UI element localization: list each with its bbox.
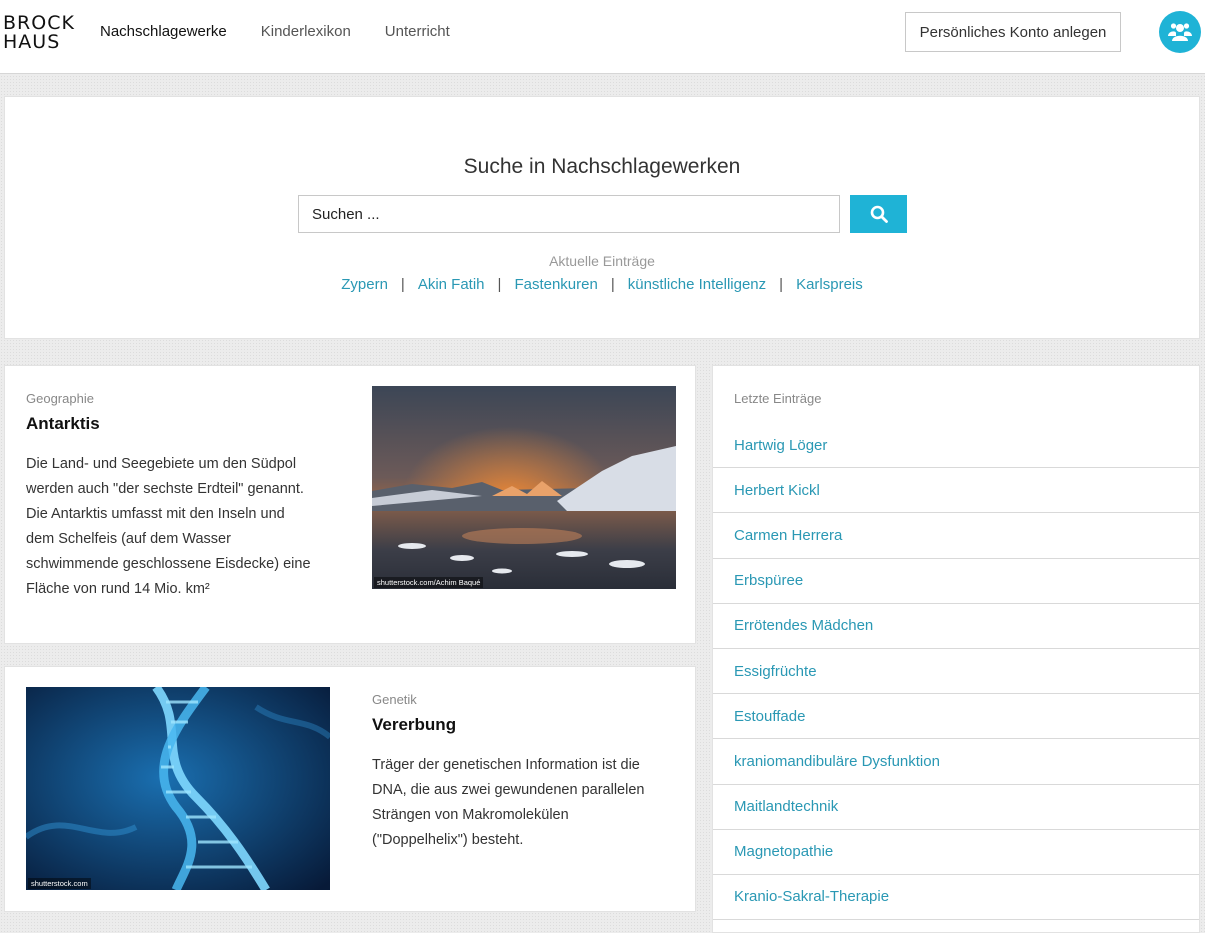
- separator: |: [400, 276, 405, 293]
- nav-kinderlexikon[interactable]: Kinderlexikon: [261, 23, 351, 41]
- latest-entries-list: Hartwig Löger Herbert Kickl Carmen Herre…: [713, 423, 1199, 921]
- latest-entry-link[interactable]: Errötendes Mädchen: [734, 617, 873, 634]
- separator: |: [779, 276, 784, 293]
- list-item: Kranio-Sakral-Therapie: [713, 875, 1199, 921]
- nav-nachschlagewerke[interactable]: Nachschlagewerke: [100, 23, 227, 41]
- article-teaser: Träger der genetischen Information ist d…: [372, 753, 682, 853]
- article-title[interactable]: Antarktis: [26, 414, 100, 434]
- list-item: kraniomandibuläre Dysfunktion: [713, 739, 1199, 785]
- latest-entry-link[interactable]: Estouffade: [734, 708, 805, 725]
- article-image-dna[interactable]: shutterstock.com: [26, 687, 330, 890]
- teaser-line: Die Land- und Seegebiete um den Südpol: [26, 456, 297, 472]
- teaser-line: Fläche von rund 14 Mio. km²: [26, 581, 210, 597]
- recent-link-zypern[interactable]: Zypern: [341, 276, 388, 293]
- search-panel: Suche in Nachschlagewerken Aktuelle Eint…: [4, 96, 1200, 339]
- latest-entries-sidebar: Letzte Einträge Hartwig Löger Herbert Ki…: [712, 365, 1200, 933]
- list-item: Essigfrüchte: [713, 649, 1199, 695]
- user-menu-button[interactable]: [1159, 11, 1201, 53]
- latest-entry-link[interactable]: Kranio-Sakral-Therapie: [734, 888, 889, 905]
- teaser-line: schwimmende geschlossene Eisdecke) eine: [26, 556, 311, 572]
- latest-entry-link[interactable]: Hartwig Löger: [734, 437, 827, 454]
- list-item: Carmen Herrera: [713, 513, 1199, 559]
- article-image-antarctica[interactable]: shutterstock.com/Achim Baqué: [372, 386, 676, 589]
- logo-line-2: HAUS: [3, 31, 61, 53]
- teaser-line: ("Doppelhelix") besteht.: [372, 832, 524, 848]
- antarctica-landscape-image: [372, 386, 676, 589]
- list-item: Maitlandtechnik: [713, 785, 1199, 830]
- recent-entries-links: Zypern | Akin Fatih | Fastenkuren | künstliche…: [5, 276, 1199, 293]
- teaser-line: Strängen von Makromolekülen: [372, 807, 569, 823]
- separator: |: [610, 276, 615, 293]
- dna-helix-image: [26, 687, 330, 890]
- latest-entry-link[interactable]: Carmen Herrera: [734, 527, 842, 544]
- article-category: Geographie: [26, 391, 94, 406]
- article-card-vererbung[interactable]: shutterstock.com Genetik Vererbung Träge…: [4, 666, 696, 912]
- teaser-line: Träger der genetischen Information ist d…: [372, 757, 640, 773]
- recent-link-fastenkuren[interactable]: Fastenkuren: [514, 276, 597, 293]
- nav-unterricht[interactable]: Unterricht: [385, 23, 450, 41]
- list-item: Herbert Kickl: [713, 468, 1199, 514]
- latest-entry-link[interactable]: kraniomandibuläre Dysfunktion: [734, 753, 940, 770]
- image-credit: shutterstock.com: [28, 878, 91, 889]
- teaser-line: werden auch "der sechste Erdteil" genann…: [26, 481, 304, 497]
- latest-entry-link[interactable]: Magnetopathie: [734, 843, 833, 860]
- list-item: Magnetopathie: [713, 830, 1199, 875]
- list-item: Errötendes Mädchen: [713, 604, 1199, 649]
- teaser-line: DNA, die aus zwei gewundenen parallelen: [372, 782, 645, 798]
- list-item: Hartwig Löger: [713, 423, 1199, 469]
- create-account-button[interactable]: Persönliches Konto anlegen: [905, 12, 1121, 52]
- article-card-antarktis[interactable]: Geographie Antarktis Die Land- und Seege…: [4, 365, 696, 644]
- image-credit: shutterstock.com/Achim Baqué: [374, 577, 484, 588]
- article-teaser: Die Land- und Seegebiete um den Südpol w…: [26, 452, 346, 602]
- latest-entry-link[interactable]: Maitlandtechnik: [734, 798, 838, 815]
- search-icon: [870, 205, 888, 223]
- article-title[interactable]: Vererbung: [372, 715, 456, 735]
- teaser-line: dem Schelfeis (auf dem Wasser: [26, 531, 231, 547]
- latest-entry-link[interactable]: Essigfrüchte: [734, 663, 817, 680]
- article-category: Genetik: [372, 692, 417, 707]
- recent-link-karlspreis[interactable]: Karlspreis: [796, 276, 863, 293]
- recent-link-akin-fatih[interactable]: Akin Fatih: [418, 276, 485, 293]
- list-item: Estouffade: [713, 694, 1199, 740]
- top-navigation-bar: BROCK HAUS Nachschlagewerke Kinderlexiko…: [0, 0, 1205, 74]
- users-icon: [1168, 23, 1192, 41]
- list-item: Erbspüree: [713, 559, 1199, 604]
- teaser-line: Die Antarktis umfasst mit den Inseln und: [26, 506, 285, 522]
- search-button[interactable]: [850, 195, 907, 233]
- main-nav: Nachschlagewerke Kinderlexikon Unterrich…: [100, 23, 484, 41]
- brockhaus-logo[interactable]: BROCK HAUS: [3, 14, 75, 52]
- latest-entry-link[interactable]: Herbert Kickl: [734, 482, 820, 499]
- search-input[interactable]: [298, 195, 840, 233]
- latest-entries-label: Letzte Einträge: [734, 391, 822, 406]
- search-title: Suche in Nachschlagewerken: [463, 155, 741, 178]
- separator: |: [497, 276, 502, 293]
- latest-entry-link[interactable]: Erbspüree: [734, 572, 803, 589]
- recent-entries-label: Aktuelle Einträge: [549, 253, 655, 269]
- recent-link-kuenstliche-intelligenz[interactable]: künstliche Intelligenz: [628, 276, 766, 293]
